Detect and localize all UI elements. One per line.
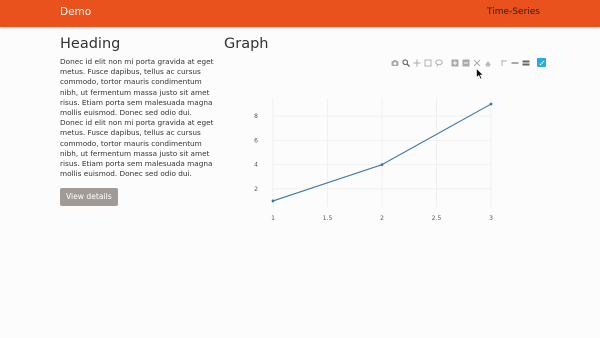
navbar-brand[interactable]: Demo [60, 6, 91, 18]
spike-lines-icon[interactable] [499, 58, 508, 67]
y-tick-label: 6 [254, 137, 258, 144]
navbar: Demo Time-Series [0, 0, 600, 27]
box-select-icon[interactable] [423, 58, 432, 67]
data-point [489, 102, 493, 106]
x-tick-label: 2.5 [432, 215, 442, 222]
graph-heading: Graph [224, 36, 269, 52]
body-paragraph: Donec id elit non mi porta gravida at eg… [60, 57, 214, 179]
hover-compare-icon[interactable] [521, 58, 530, 67]
mouse-cursor-icon [476, 68, 484, 80]
plot-modebar [390, 57, 546, 68]
modebar-spacer [494, 58, 497, 67]
camera-icon[interactable] [390, 58, 399, 67]
x-tick-label: 1.5 [323, 215, 333, 222]
lasso-select-icon[interactable] [434, 58, 443, 67]
data-point [271, 199, 275, 203]
y-tick-label: 2 [254, 186, 258, 193]
x-tick-label: 2 [380, 215, 384, 222]
pan-icon[interactable] [412, 58, 421, 67]
data-point [380, 163, 384, 167]
hover-closest-icon[interactable] [510, 58, 519, 67]
content-column: Heading Donec id elit non mi porta gravi… [60, 36, 215, 207]
plotly-logo-icon[interactable] [537, 58, 546, 67]
zoom-out-icon[interactable] [461, 58, 470, 67]
autoscale-icon[interactable] [472, 58, 481, 67]
y-tick-label: 8 [254, 113, 258, 120]
section-heading: Heading [60, 36, 121, 52]
reset-axes-icon[interactable] [483, 58, 492, 67]
zoom-icon[interactable] [401, 58, 410, 67]
x-tick-label: 3 [489, 215, 493, 222]
x-tick-label: 1 [271, 215, 275, 222]
modebar-spacer [445, 58, 448, 67]
line-chart[interactable]: 1 1.5 2 2.5 3 2 4 6 8 [240, 90, 520, 230]
nav-link-time-series[interactable]: Time-Series [487, 7, 540, 17]
modebar-spacer [532, 58, 535, 67]
zoom-in-icon[interactable] [450, 58, 459, 67]
view-details-button[interactable]: View details [60, 188, 118, 207]
y-tick-label: 4 [254, 162, 258, 169]
